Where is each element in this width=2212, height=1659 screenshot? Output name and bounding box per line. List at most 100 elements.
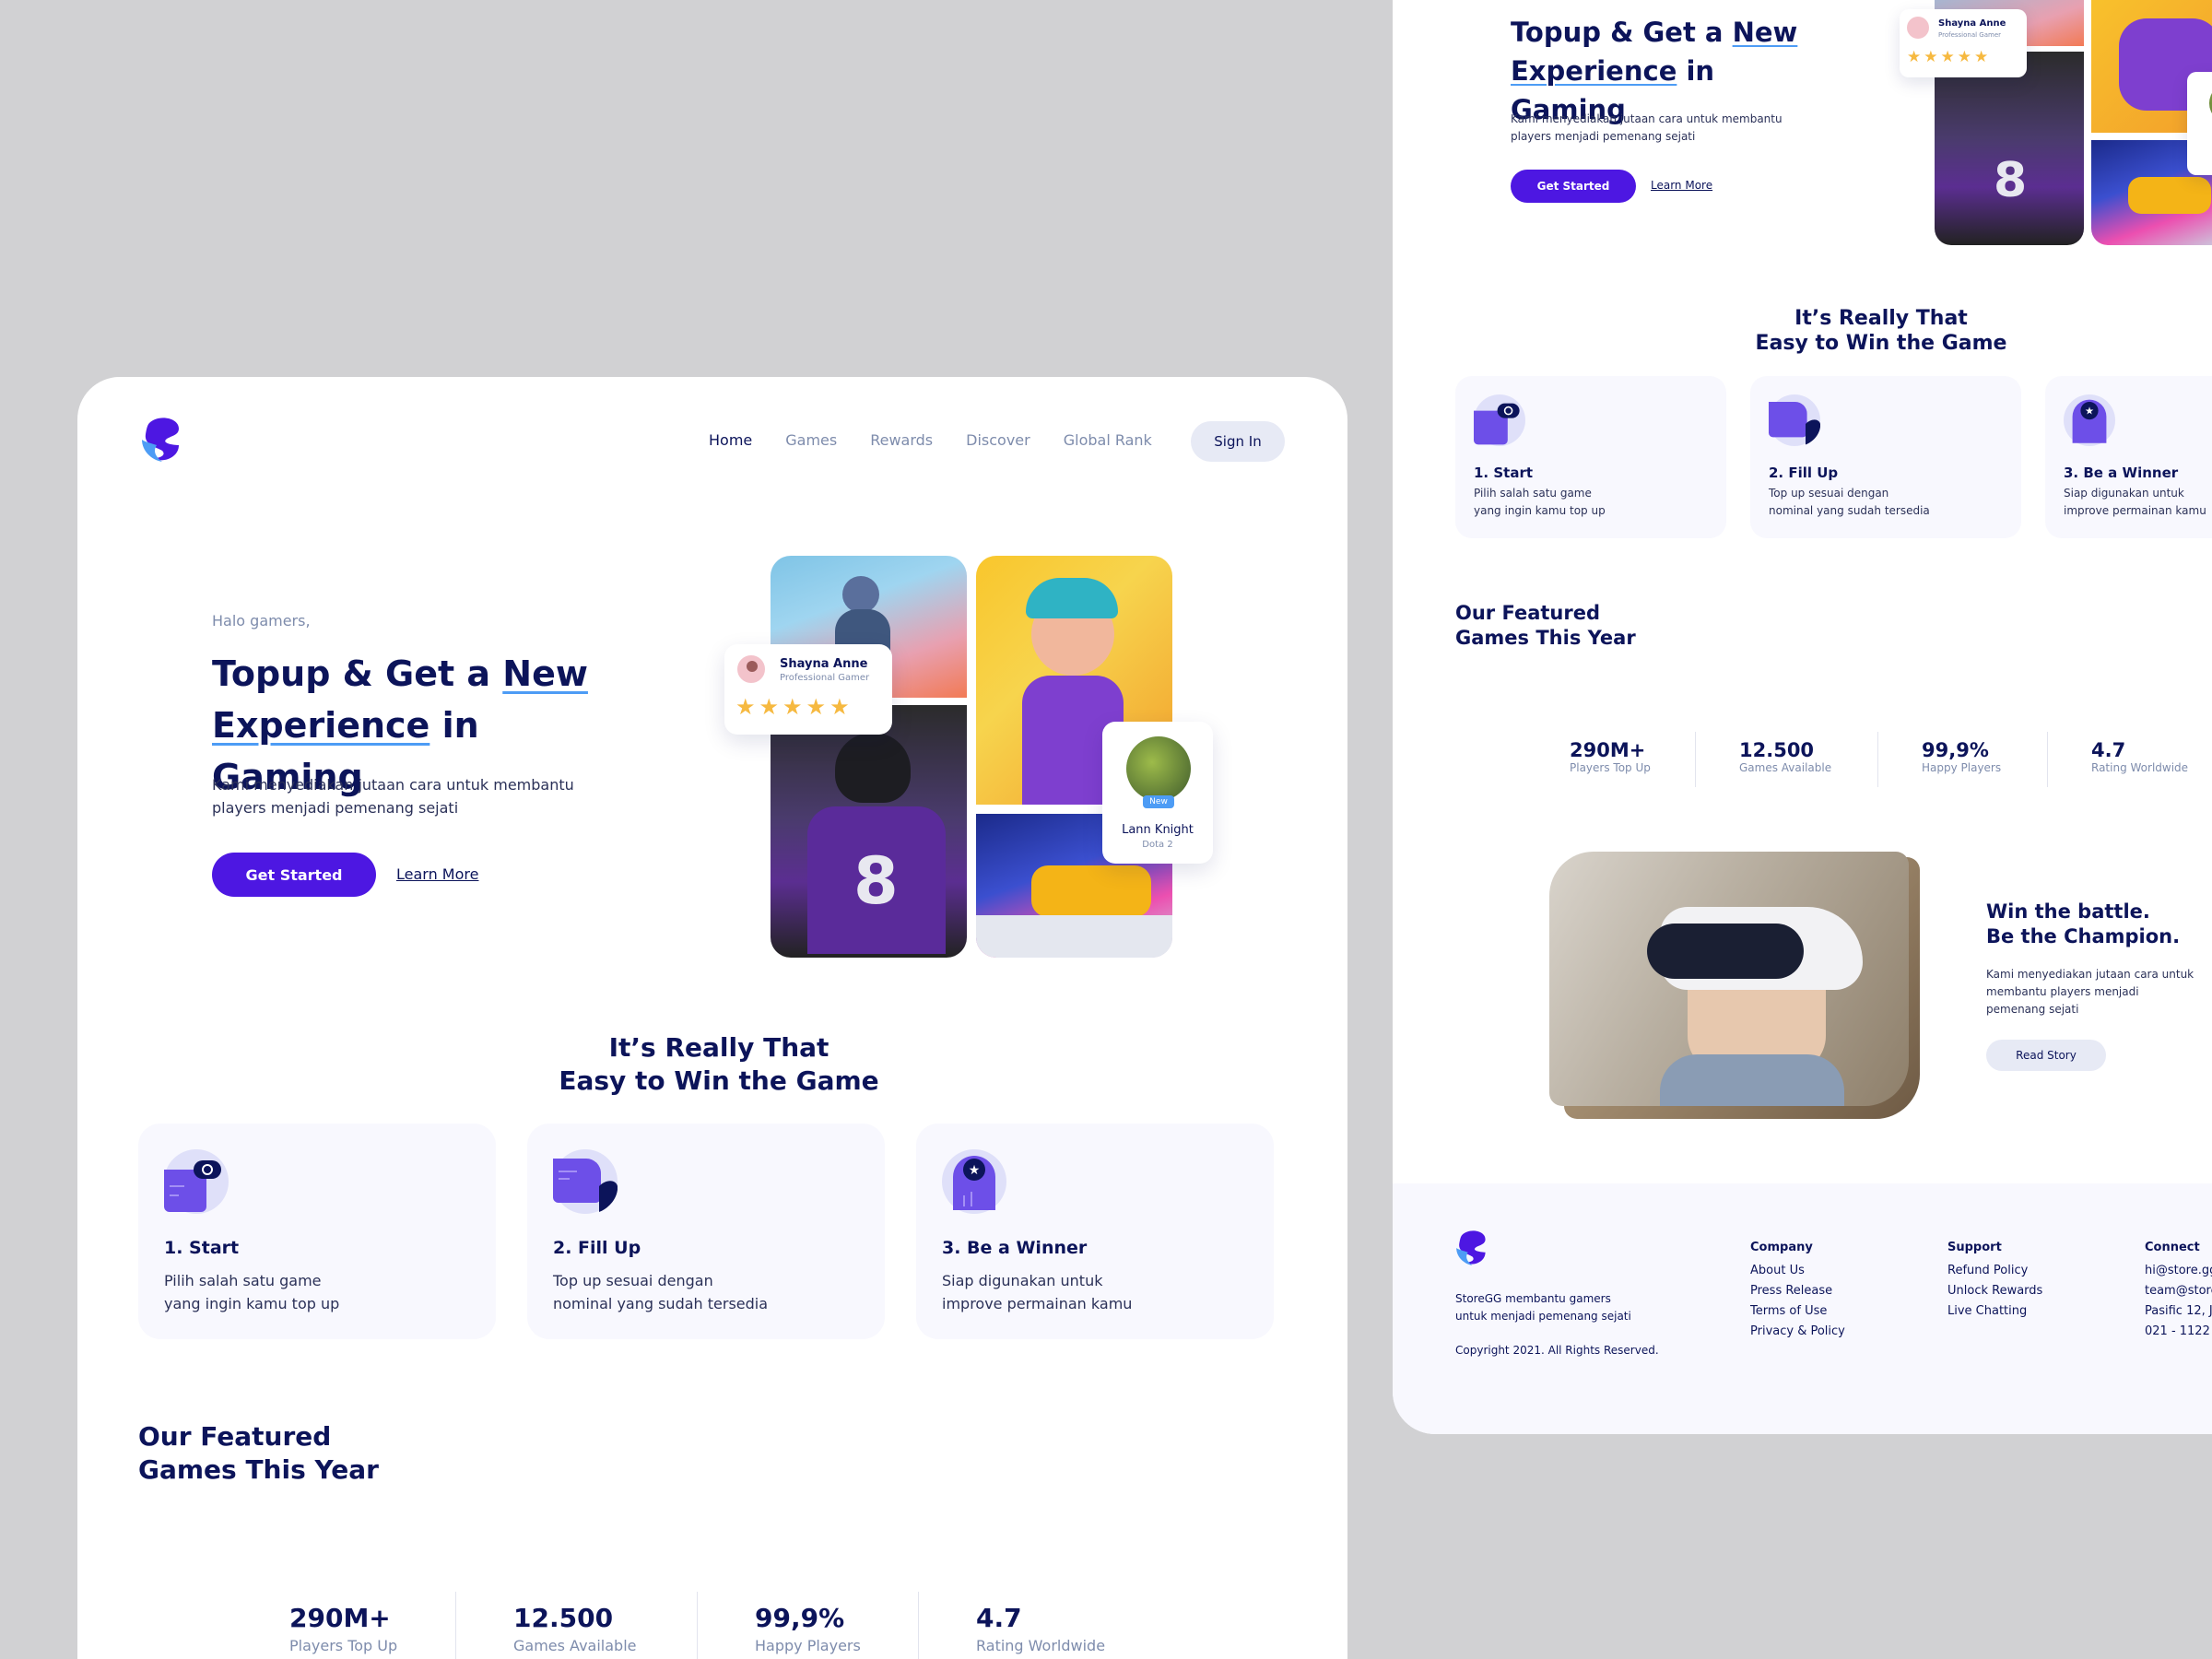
fill-up-step-icon [1769,394,1821,446]
start-step-icon [164,1149,229,1214]
step-card-fill-up: 2. Fill Up Top up sesuai dengan nominal … [527,1124,885,1339]
read-story-label: Read Story [2016,1049,2077,1062]
footer-link-press-release[interactable]: Press Release [1750,1284,1845,1298]
footer-link-team-email[interactable]: team@store [2145,1284,2212,1298]
step-title: 3. Be a Winner [2064,465,2179,481]
reviewer-avatar [1907,17,1929,39]
step-card-fill-up: 2. Fill Up Top up sesuai dengan nominal … [1750,376,2021,538]
stat-label: Players Top Up [1570,761,1651,774]
learn-more-link[interactable]: Learn More [1651,179,1712,192]
footer-col-support: Support Refund Policy Unlock Rewards Liv… [1947,1241,2042,1318]
footer-copyright: Copyright 2021. All Rights Reserved. [1455,1344,1659,1357]
main-nav: Home Games Rewards Discover Global Rank [709,431,1152,453]
footer-link-phone[interactable]: 021 - 1122 - 9 [2145,1324,2212,1338]
step-description-line1: Top up sesuai dengan [1769,487,1889,500]
step-description-line1: Siap digunakan untuk [942,1272,1103,1289]
steps-title-line1: It’s Really That [1794,307,1968,330]
stat-rating: 4.7 Rating Worldwide [2091,739,2188,774]
step-card-winner: ★ 3. Be a Winner Siap digunakan untuk im… [916,1124,1274,1339]
steps-title-line2: Easy to Win the Game [1755,332,2007,355]
story-description-line1: Kami menyediakan jutaan cara untuk [1986,968,2194,981]
nav-discover[interactable]: Discover [966,431,1030,453]
get-started-button[interactable]: Get Started [212,853,376,897]
step-description-line2: nominal yang sudah tersedia [1769,504,1930,517]
hero-greeting: Halo gamers, [212,612,311,629]
nav-global-rank[interactable]: Global Rank [1064,431,1152,453]
star-icon: ★ [782,694,806,720]
reviewer-role: Professional Gamer [780,673,870,683]
footer-link-privacy[interactable]: Privacy & Policy [1750,1324,1845,1338]
hero-description-line2: players menjadi pemenang sejati [1511,130,1696,143]
star-icon: ★ [806,694,830,720]
story-description-line3: pemenang sejati [1986,1003,2079,1016]
step-title: 1. Start [164,1238,240,1258]
footer-link-address: Pasific 12, Ja [2145,1304,2212,1318]
reviewer-role: Professional Gamer [1938,31,2002,39]
footer-link-terms[interactable]: Terms of Use [1750,1304,1845,1318]
footer-col-title: Company [1750,1241,1813,1254]
landing-page-desktop: Home Games Rewards Discover Global Rank … [77,377,1347,1659]
step-description-line2: yang ingin kamu top up [164,1295,340,1312]
step-description: Top up sesuai dengan nominal yang sudah … [553,1269,768,1315]
featured-title-line1: Our Featured [138,1421,332,1452]
footer-link-refund[interactable]: Refund Policy [1947,1264,2042,1277]
winner-step-icon: ★ [2064,394,2115,446]
stat-label: Happy Players [755,1637,861,1654]
learn-more-link[interactable]: Learn More [396,865,478,883]
nav-home[interactable]: Home [709,431,752,453]
stat-value: 12.500 [1739,739,1815,761]
nav-rewards[interactable]: Rewards [870,431,933,453]
hero-description: Kami menyediakan jutaan cara untuk memba… [1511,111,1783,146]
stat-label: Games Available [1739,761,1832,774]
nav-games[interactable]: Games [785,431,837,453]
step-description-line1: Top up sesuai dengan [553,1272,713,1289]
star-icon: ★ [1907,48,1924,66]
hero-title-part1: Topup & Get a [1511,17,1733,48]
footer-link-about-us[interactable]: About Us [1750,1264,1845,1277]
start-step-icon [1474,394,1525,446]
footer-about-line2: untuk menjadi pemenang sejati [1455,1310,1631,1323]
reviewer-card: Shayna Anne Professional Gamer ★★★★★ [724,644,892,735]
stat-value: 4.7 [2091,739,2126,761]
stat-games: 12.500 Games Available [1739,739,1831,774]
step-description-line2: improve permainan kamu [942,1295,1133,1312]
star-icon: ★ [1957,48,1974,66]
footer-col-title: Support [1947,1241,2002,1254]
stat-label: Players Top Up [289,1637,398,1654]
footer-link-unlock-rewards[interactable]: Unlock Rewards [1947,1284,2042,1298]
sign-in-button[interactable]: Sign In [1191,421,1285,462]
read-story-button[interactable]: Read Story [1986,1040,2106,1071]
step-title: 2. Fill Up [1769,465,1839,481]
step-card-start: 1. Start Pilih salah satu game yang ingi… [138,1124,496,1339]
story-title: Win the battle. Be the Champion. [1986,900,2180,949]
footer-link-email[interactable]: hi@store.gg [2145,1264,2212,1277]
footer-about-line1: StoreGG membantu gamers [1455,1292,1611,1305]
reviewer-name: Shayna Anne [1938,18,2006,29]
player-name: Lann Knight [1122,823,1194,837]
step-description-line1: Pilih salah satu game [1474,487,1592,500]
stat-games: 12.500 Games Available [513,1603,636,1654]
star-icon: ★ [759,694,783,720]
get-started-button[interactable]: Get Started [1511,170,1636,203]
step-description: Top up sesuai dengan nominal yang sudah … [1769,485,1930,520]
hero-game-image-2: 8 [1935,52,2084,245]
steps-title: It’s Really That Easy to Win the Game [1697,306,2065,356]
stat-divider [2047,732,2048,787]
star-icon: ★ [1924,48,1941,66]
reviewer-name: Shayna Anne [780,657,868,671]
star-icon: ★ [735,694,759,720]
get-started-label: Get Started [245,865,343,884]
reviewer-rating: ★★★★★ [735,694,853,720]
logo-icon[interactable] [1453,1228,1494,1268]
stat-value: 99,9% [755,1603,845,1633]
hero-description-line1: Kami menyediakan jutaan cara untuk memba… [212,776,574,794]
stat-divider [455,1592,456,1659]
stat-divider [918,1592,919,1659]
step-description-line2: improve permainan kamu [2064,504,2206,517]
steps-title-line2: Easy to Win the Game [559,1065,879,1096]
footer-link-live-chat[interactable]: Live Chatting [1947,1304,2042,1318]
reviewer-avatar [735,653,767,685]
logo-icon[interactable] [138,414,190,465]
stat-label: Games Available [513,1637,637,1654]
step-title: 2. Fill Up [553,1238,641,1258]
